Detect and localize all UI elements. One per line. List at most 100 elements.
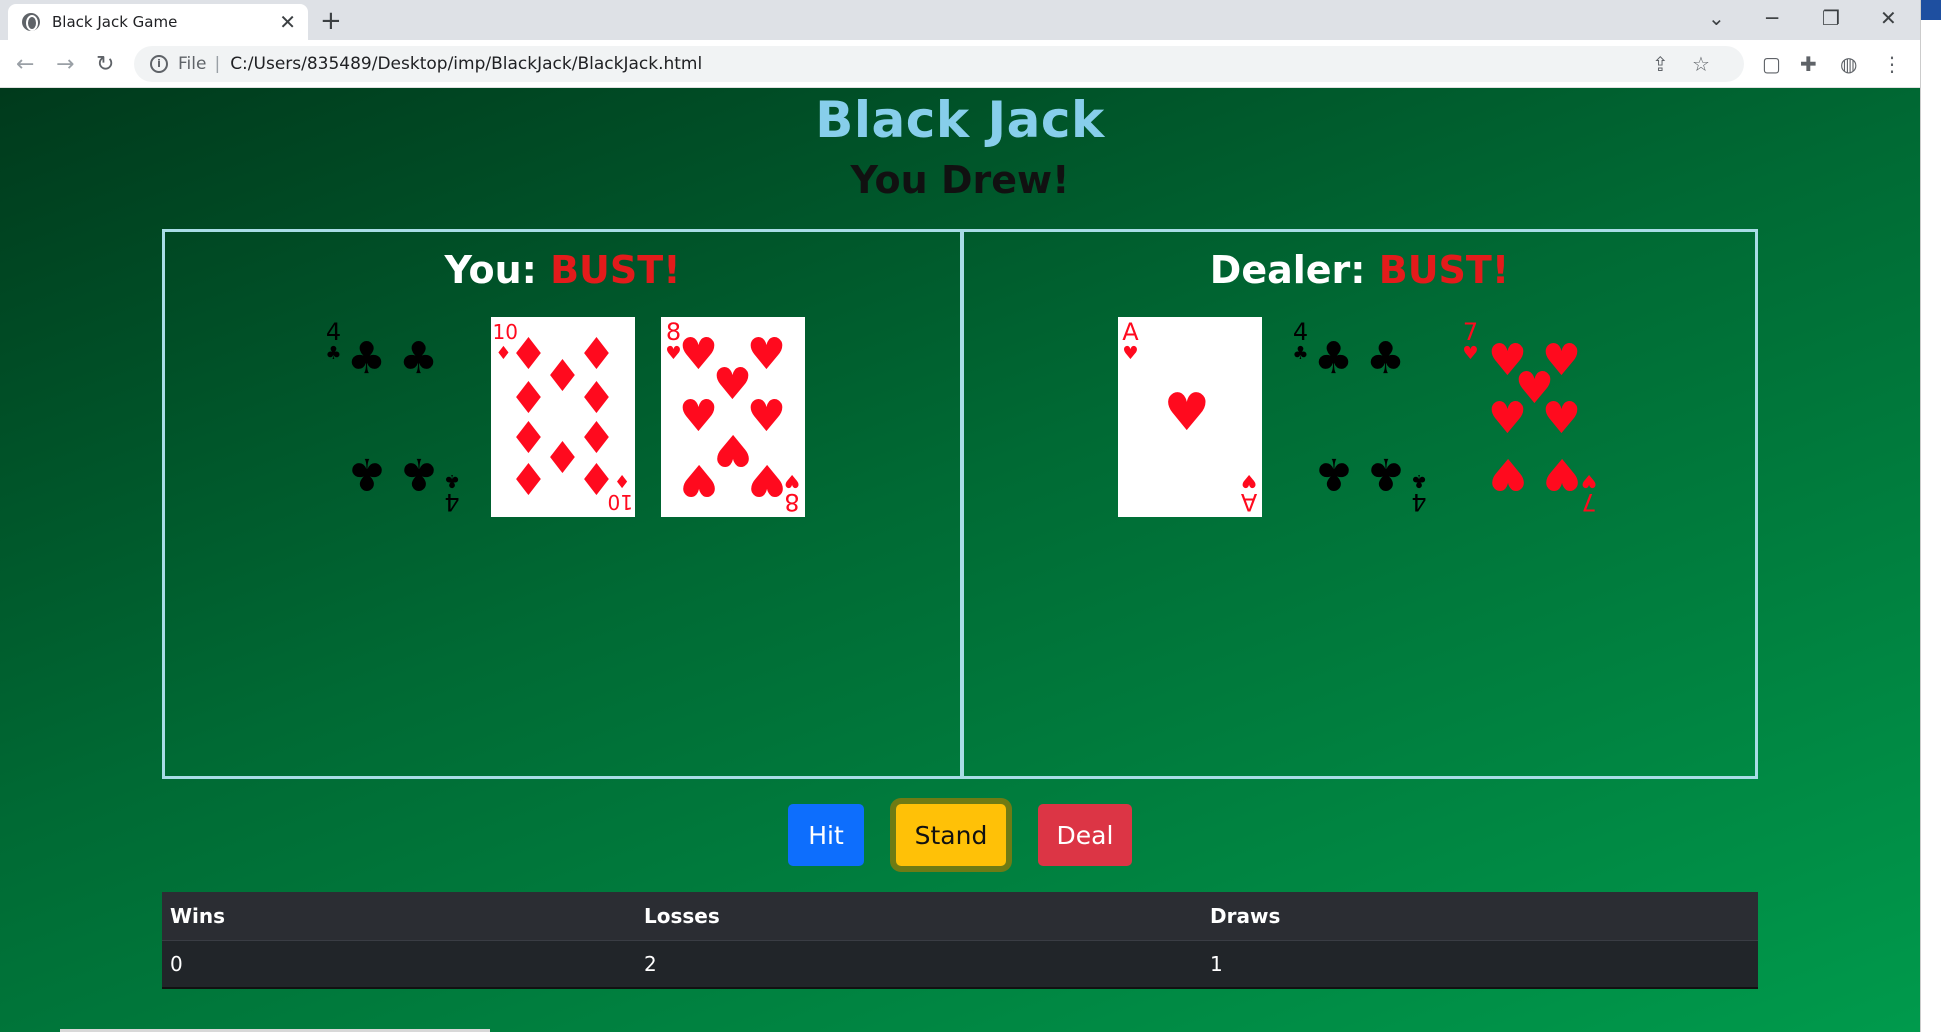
club-icon: ♣ — [443, 470, 460, 491]
close-window-icon[interactable]: ✕ — [1880, 6, 1897, 30]
club-icon: ♣ — [1292, 343, 1309, 364]
heart-icon: ♥ — [1122, 343, 1139, 364]
dealer-hand: A ♥ ♥ A ♥ 4 ♣ ♣ ♣ ♣ ♣ 4 ♣ 7 ♥ ♥ ♥ ♥ ♥ ♥ … — [964, 317, 1755, 517]
card-7-hearts: 7 ♥ ♥ ♥ ♥ ♥ ♥ ♥ ♥ 7 ♥ — [1458, 317, 1602, 517]
club-icon: ♣ — [398, 333, 439, 384]
player-panel: You: BUST! 4 ♣ ♣ ♣ ♣ ♣ 4 ♣ 10 ♦ ♦ ♦ ♦ ♦ … — [165, 232, 960, 776]
address-scheme: File — [178, 54, 207, 74]
club-icon: ♣ — [1365, 448, 1406, 499]
losses-value: 2 — [636, 939, 1202, 989]
restore-icon[interactable]: ❐ — [1822, 6, 1840, 30]
club-icon: ♣ — [346, 333, 387, 384]
new-tab-icon[interactable]: + — [320, 6, 342, 36]
score-table: Wins Losses Draws 0 2 1 — [162, 892, 1758, 989]
card-4-clubs: 4 ♣ ♣ ♣ ♣ ♣ 4 ♣ — [1288, 317, 1432, 517]
forward-icon[interactable]: → — [56, 52, 74, 77]
hit-button[interactable]: Hit — [788, 804, 864, 866]
card-rank: 4 — [325, 318, 342, 346]
wins-header: Wins — [162, 892, 636, 940]
card-corner: 4 ♣ — [1408, 469, 1430, 516]
player-label: You: — [444, 248, 537, 292]
player-hand: 4 ♣ ♣ ♣ ♣ ♣ 4 ♣ 10 ♦ ♦ ♦ ♦ ♦ ♦ ♦ ♦ ♦ ♦ ♦… — [165, 317, 960, 517]
card-rank: 4 — [1410, 488, 1427, 516]
card-8-hearts: 8 ♥ ♥ ♥ ♥ ♥ ♥ ♥ ♥ ♥ 8 ♥ — [660, 317, 805, 517]
minimize-icon[interactable]: ─ — [1766, 6, 1778, 30]
action-buttons: Hit Stand Deal — [0, 804, 1920, 866]
draws-value: 1 — [1202, 939, 1758, 989]
bookmark-star-icon[interactable]: ☆ — [1692, 52, 1710, 76]
game-page: Black Jack You Drew! You: BUST! 4 ♣ ♣ ♣ ♣… — [0, 88, 1920, 1032]
heart-icon: ♥ — [1487, 393, 1528, 444]
score-header-row: Wins Losses Draws — [162, 892, 1758, 940]
reload-icon[interactable]: ↻ — [96, 52, 114, 77]
share-icon[interactable]: ⇪ — [1652, 52, 1669, 76]
card-4-clubs: 4 ♣ ♣ ♣ ♣ ♣ 4 ♣ — [321, 317, 465, 517]
heart-icon: ♥ — [1163, 383, 1211, 443]
card-corner: 7 ♥ — [1460, 318, 1482, 365]
card-10-diamonds: 10 ♦ ♦ ♦ ♦ ♦ ♦ ♦ ♦ ♦ ♦ ♦ 10 ♦ — [490, 317, 635, 517]
result-message: You Drew! — [850, 158, 1070, 202]
card-rank: 10 — [607, 490, 633, 514]
profile-icon[interactable]: ◍ — [1840, 52, 1857, 76]
card-corner: A ♥ — [1120, 320, 1142, 365]
browser-tab[interactable]: Black Jack Game ✕ — [8, 4, 308, 40]
game-board: You: BUST! 4 ♣ ♣ ♣ ♣ ♣ 4 ♣ 10 ♦ ♦ ♦ ♦ ♦ … — [162, 229, 1758, 779]
address-bar[interactable]: i File | C:/Users/835489/Desktop/imp/Bla… — [134, 46, 1744, 82]
club-icon: ♣ — [1313, 333, 1354, 384]
player-status: BUST! — [550, 248, 681, 292]
losses-header: Losses — [636, 892, 1202, 940]
heart-icon: ♥ — [1240, 470, 1257, 491]
address-url: C:/Users/835489/Desktop/imp/BlackJack/Bl… — [230, 54, 703, 74]
info-icon[interactable]: i — [150, 55, 168, 73]
address-separator: | — [214, 54, 221, 74]
extension-icon[interactable]: ▢ — [1762, 52, 1781, 76]
card-rank: 4 — [443, 488, 460, 516]
club-icon: ♣ — [325, 343, 342, 364]
game-title: Black Jack — [815, 91, 1105, 149]
card-rank: A — [1240, 488, 1257, 516]
heart-icon: ♥ — [1541, 448, 1582, 499]
diamond-icon: ♦ — [508, 455, 549, 506]
browser-toolbar: ← → ↻ i File | C:/Users/835489/Desktop/i… — [0, 40, 1920, 88]
heart-icon: ♥ — [1487, 448, 1528, 499]
dealer-panel: Dealer: BUST! A♥ ♥ A♥ 4♣ ♣ ♣ ♣ ♣ 4♣ — [960, 232, 1755, 776]
card-rank: 7 — [1462, 318, 1479, 346]
menu-icon[interactable]: ⋮ — [1882, 52, 1902, 76]
card-corner: 4 ♣ — [323, 318, 345, 365]
stand-button[interactable]: Stand — [896, 804, 1006, 866]
heart-icon: ♥ — [678, 454, 719, 505]
card-corner: 8 ♥ — [781, 469, 803, 516]
adjacent-window-titlebar — [1921, 0, 1941, 20]
club-icon: ♣ — [1313, 448, 1354, 499]
card-corner: 4 ♣ — [1290, 318, 1312, 365]
dealer-heading: Dealer: BUST! — [964, 248, 1755, 292]
card-rank: 8 — [783, 488, 800, 516]
card-corner: A ♥ — [1238, 469, 1260, 516]
card-corner: 10 ♦ — [607, 469, 633, 514]
card-rank: 4 — [1292, 318, 1309, 346]
club-icon: ♣ — [398, 448, 439, 499]
card-corner: 7 ♥ — [1578, 469, 1600, 516]
deal-button[interactable]: Deal — [1038, 804, 1132, 866]
adjacent-window-edge — [1920, 0, 1941, 1032]
heart-icon: ♥ — [1580, 470, 1597, 491]
wins-value: 0 — [162, 939, 636, 989]
globe-icon — [22, 13, 40, 31]
draws-header: Draws — [1202, 892, 1758, 940]
tab-search-icon[interactable]: ⌄ — [1708, 6, 1725, 30]
back-icon[interactable]: ← — [16, 52, 34, 77]
club-icon: ♣ — [1410, 470, 1427, 491]
diamond-icon: ♦ — [613, 470, 630, 491]
table-row: 0 2 1 — [162, 939, 1758, 989]
player-heading: You: BUST! — [165, 248, 960, 292]
dealer-status: BUST! — [1378, 248, 1510, 292]
card-rank: 7 — [1580, 488, 1597, 516]
browser-tab-bar: Black Jack Game ✕ + ⌄ ─ ❐ ✕ — [0, 0, 1920, 40]
close-tab-icon[interactable]: ✕ — [279, 10, 296, 34]
card-ace-hearts: A ♥ ♥ A ♥ — [1117, 317, 1262, 517]
heart-icon: ♥ — [1462, 343, 1479, 364]
heart-icon: ♥ — [783, 470, 800, 491]
tab-title: Black Jack Game — [52, 13, 178, 31]
dealer-label: Dealer: — [1209, 248, 1366, 292]
puzzle-icon[interactable]: ✚ — [1800, 52, 1817, 76]
